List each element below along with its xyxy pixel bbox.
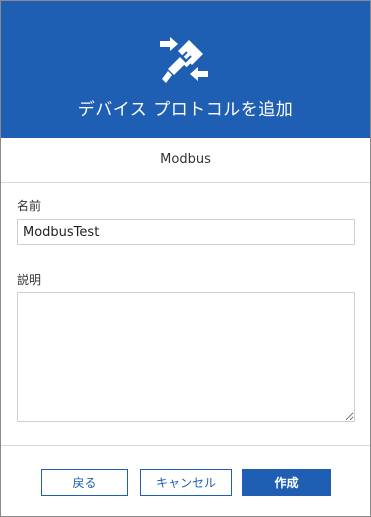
dialog-title: デバイス プロトコルを追加 <box>77 100 294 120</box>
create-button[interactable]: 作成 <box>242 469 331 496</box>
name-input[interactable] <box>17 219 355 245</box>
back-button[interactable]: 戻る <box>41 469 128 496</box>
footer-divider <box>1 445 370 446</box>
cancel-button[interactable]: キャンセル <box>140 469 232 496</box>
protocol-name: Modbus <box>160 152 211 167</box>
add-device-protocol-dialog: デバイス プロトコルを追加 Modbus 名前 説明 戻る キャンセル 作成 <box>0 0 371 517</box>
plug-connect-icon <box>160 37 208 83</box>
description-textarea[interactable] <box>17 292 355 422</box>
dialog-header: デバイス プロトコルを追加 <box>1 1 370 138</box>
description-label: 説明 <box>17 273 42 287</box>
protocol-row: Modbus <box>1 138 370 183</box>
name-label: 名前 <box>17 199 42 213</box>
